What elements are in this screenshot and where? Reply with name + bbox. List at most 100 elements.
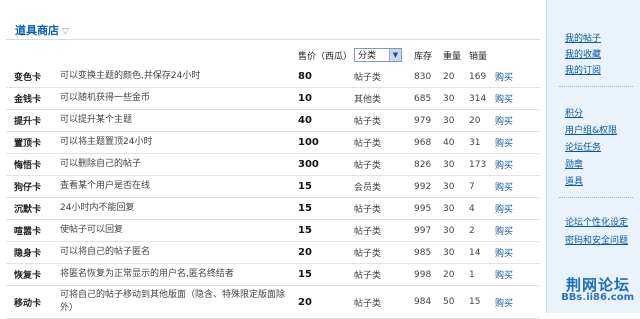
item-name: 沉默卡 xyxy=(6,197,60,220)
item-sales: 15 xyxy=(469,285,495,319)
item-category: 帖子类 xyxy=(354,263,414,286)
item-sales: 20 xyxy=(469,109,495,132)
item-description: 可以将自己的帖子匿名 xyxy=(60,241,298,264)
item-weight: 30 xyxy=(443,241,469,264)
item-stock: 997 xyxy=(414,219,443,242)
category-select[interactable]: 分类 ▼ xyxy=(354,48,402,62)
item-name: 置顶卡 xyxy=(6,131,60,154)
buy-link[interactable]: 购买 xyxy=(495,175,540,198)
sidebar-link-my-posts[interactable]: 我的帖子 xyxy=(565,31,601,44)
table-row: 狗仔卡 查看某个用户是否在线 15 会员类 992 30 7 购买 xyxy=(6,175,540,198)
sidebar-link-my-subscriptions[interactable]: 我的订阅 xyxy=(565,63,601,76)
item-stock: 992 xyxy=(414,175,443,198)
watermark-url: BBs.ii86.com xyxy=(561,292,634,303)
item-category: 帖子类 xyxy=(354,131,414,154)
buy-link[interactable]: 购买 xyxy=(495,241,540,264)
divider xyxy=(6,39,540,40)
item-name: 移动卡 xyxy=(6,285,60,319)
sidebar-divider xyxy=(559,86,633,87)
sidebar-link-personalize[interactable]: 论坛个性化设定 xyxy=(565,215,628,228)
item-category: 帖子类 xyxy=(354,241,414,264)
item-description: 可以将主题置顶24小时 xyxy=(60,131,298,154)
item-name: 恢复卡 xyxy=(6,263,60,286)
item-price: 40 xyxy=(298,109,354,132)
buy-link[interactable]: 购买 xyxy=(495,66,540,88)
item-weight: 30 xyxy=(443,175,469,198)
item-description: 可以变换主题的颜色,并保存24小时 xyxy=(60,66,298,88)
table-row: 隐身卡 可以将自己的帖子匿名 20 帖子类 985 30 14 购买 xyxy=(6,241,540,264)
table-row: 恢复卡 将匿名恢复为正常显示的用户名,匿名终结者 15 帖子类 998 20 1 购买 xyxy=(6,263,540,286)
watermark: 荆网论坛 BBs.ii86.com xyxy=(500,272,640,313)
sidebar: 我的帖子 我的收藏 我的订阅 积分 用户组&权限 论坛任务 勋章 道具 论坛个性… xyxy=(546,0,640,313)
item-weight: 30 xyxy=(443,219,469,242)
item-category: 帖子类 xyxy=(354,197,414,220)
shop-title[interactable]: 道具商店 ▽ xyxy=(15,22,69,38)
table-row: 移动卡 可将自己的帖子移动到其他版面（隐含、特殊限定版面除外） 20 帖子类 984 50… xyxy=(6,285,540,319)
item-weight: 30 xyxy=(443,87,469,110)
item-category: 其他类 xyxy=(354,87,414,110)
chevron-down-icon[interactable]: ▽ xyxy=(62,27,69,37)
item-category: 帖子类 xyxy=(354,109,414,132)
item-weight: 50 xyxy=(443,285,469,319)
buy-link[interactable]: 购买 xyxy=(495,87,540,110)
sidebar-link-medals[interactable]: 勋章 xyxy=(565,157,583,170)
item-category: 帖子类 xyxy=(354,66,414,88)
item-stock: 979 xyxy=(414,109,443,132)
item-category: 帖子类 xyxy=(354,219,414,242)
item-name: 狗仔卡 xyxy=(6,175,60,198)
item-description: 将匿名恢复为正常显示的用户名,匿名终结者 xyxy=(60,263,298,286)
item-price: 15 xyxy=(298,263,354,286)
main-panel: 道具商店 ▽ 售价（西瓜） 分类 ▼ 库存 重量 销量 变色卡 可以变换主题的颜色,并… xyxy=(0,0,546,319)
item-stock: 998 xyxy=(414,263,443,286)
item-weight: 40 xyxy=(443,131,469,154)
item-price: 300 xyxy=(298,153,354,176)
item-price: 15 xyxy=(298,219,354,242)
item-weight: 30 xyxy=(443,197,469,220)
buy-link[interactable]: 购买 xyxy=(495,153,540,176)
sidebar-link-password[interactable]: 密码和安全问题 xyxy=(565,233,628,246)
item-name: 悔悟卡 xyxy=(6,153,60,176)
item-sales: 7 xyxy=(469,175,495,198)
item-sales: 4 xyxy=(469,197,495,220)
item-table: 售价（西瓜） 分类 ▼ 库存 重量 销量 变色卡 可以变换主题的颜色,并保存24小时… xyxy=(6,44,540,319)
sidebar-link-usergroup[interactable]: 用户组&权限 xyxy=(565,123,617,136)
table-row: 金钱卡 可以随机获得一些金币 10 其他类 685 30 314 购买 xyxy=(6,87,540,110)
sidebar-divider xyxy=(559,197,633,198)
item-stock: 830 xyxy=(414,66,443,88)
table-row: 喧嚣卡 使帖子可以回复 15 帖子类 997 30 2 购买 xyxy=(6,219,540,242)
buy-link[interactable]: 购买 xyxy=(495,197,540,220)
buy-link[interactable]: 购买 xyxy=(495,219,540,242)
item-category: 帖子类 xyxy=(354,153,414,176)
item-price: 100 xyxy=(298,131,354,154)
table-header: 售价（西瓜） 分类 ▼ 库存 重量 销量 xyxy=(6,44,540,66)
header-price: 售价（西瓜） xyxy=(298,51,353,62)
item-name: 提升卡 xyxy=(6,109,60,132)
item-price: 20 xyxy=(298,285,354,319)
shop-title-text: 道具商店 xyxy=(15,24,59,37)
item-stock: 985 xyxy=(414,241,443,264)
header-sales: 销量 xyxy=(469,51,488,62)
table-row: 沉默卡 24小时内不能回复 15 帖子类 995 30 4 购买 xyxy=(6,197,540,220)
sidebar-link-tasks[interactable]: 论坛任务 xyxy=(565,140,601,153)
item-description: 可以随机获得一些金币 xyxy=(60,87,298,110)
item-price: 10 xyxy=(298,87,354,110)
chevron-down-icon[interactable]: ▼ xyxy=(389,49,401,61)
buy-link[interactable]: 购买 xyxy=(495,109,540,132)
sidebar-link-points[interactable]: 积分 xyxy=(565,106,583,119)
item-weight: 20 xyxy=(443,263,469,286)
item-weight: 20 xyxy=(443,66,469,88)
header-weight: 重量 xyxy=(443,51,462,62)
item-stock: 995 xyxy=(414,197,443,220)
item-description: 查看某个用户是否在线 xyxy=(60,175,298,198)
sidebar-link-props[interactable]: 道具 xyxy=(565,174,583,187)
item-name: 喧嚣卡 xyxy=(6,219,60,242)
item-sales: 31 xyxy=(469,131,495,154)
item-sales: 169 xyxy=(469,66,495,88)
buy-link[interactable]: 购买 xyxy=(495,131,540,154)
sidebar-link-my-favorites[interactable]: 我的收藏 xyxy=(565,47,601,60)
item-sales: 2 xyxy=(469,219,495,242)
item-description: 使帖子可以回复 xyxy=(60,219,298,242)
table-row: 置顶卡 可以将主题置顶24小时 100 帖子类 968 40 31 购买 xyxy=(6,131,540,154)
item-weight: 30 xyxy=(443,109,469,132)
table-row: 提升卡 可以提升某个主题 40 帖子类 979 30 20 购买 xyxy=(6,109,540,132)
